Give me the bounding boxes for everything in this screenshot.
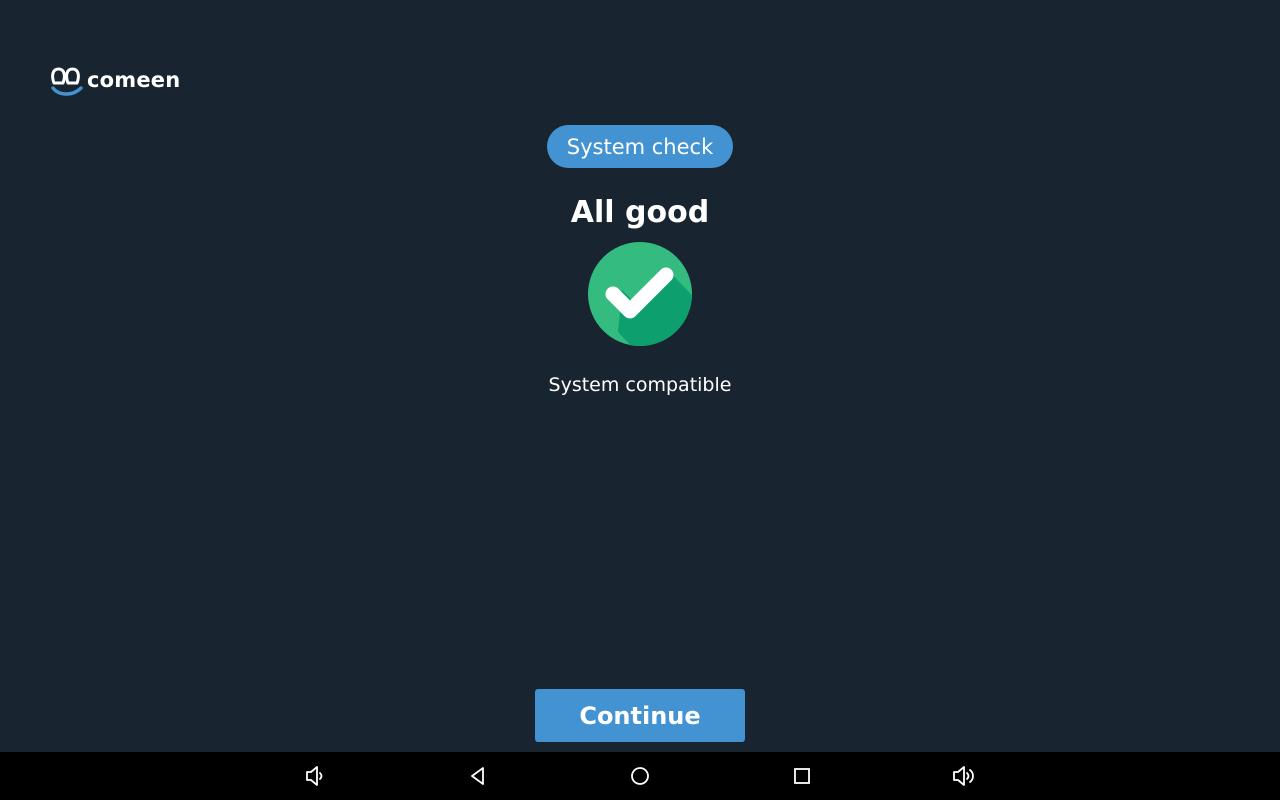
back-button[interactable] xyxy=(464,762,492,790)
home-button[interactable] xyxy=(626,762,654,790)
status-title: All good xyxy=(570,195,710,230)
volume-up-icon xyxy=(953,766,974,786)
recents-button[interactable] xyxy=(788,762,816,790)
android-navigation-bar xyxy=(0,752,1280,800)
home-icon xyxy=(631,767,649,785)
brand-name: comeen xyxy=(87,67,181,92)
checkmark-circle-icon xyxy=(588,242,692,346)
screen: comeen System check All good System comp… xyxy=(0,0,1280,800)
comeen-logo-icon xyxy=(51,67,83,96)
brand-logo: comeen xyxy=(50,64,180,100)
back-icon xyxy=(471,767,484,785)
continue-button[interactable]: Continue xyxy=(535,689,745,742)
volume-down-icon xyxy=(306,766,323,786)
app-content: comeen System check All good System comp… xyxy=(0,0,1280,752)
status-subtitle: System compatible xyxy=(548,374,732,396)
recents-icon xyxy=(794,768,810,784)
volume-down-button[interactable] xyxy=(301,762,329,790)
volume-up-button[interactable] xyxy=(950,762,978,790)
system-check-badge: System check xyxy=(547,125,733,168)
